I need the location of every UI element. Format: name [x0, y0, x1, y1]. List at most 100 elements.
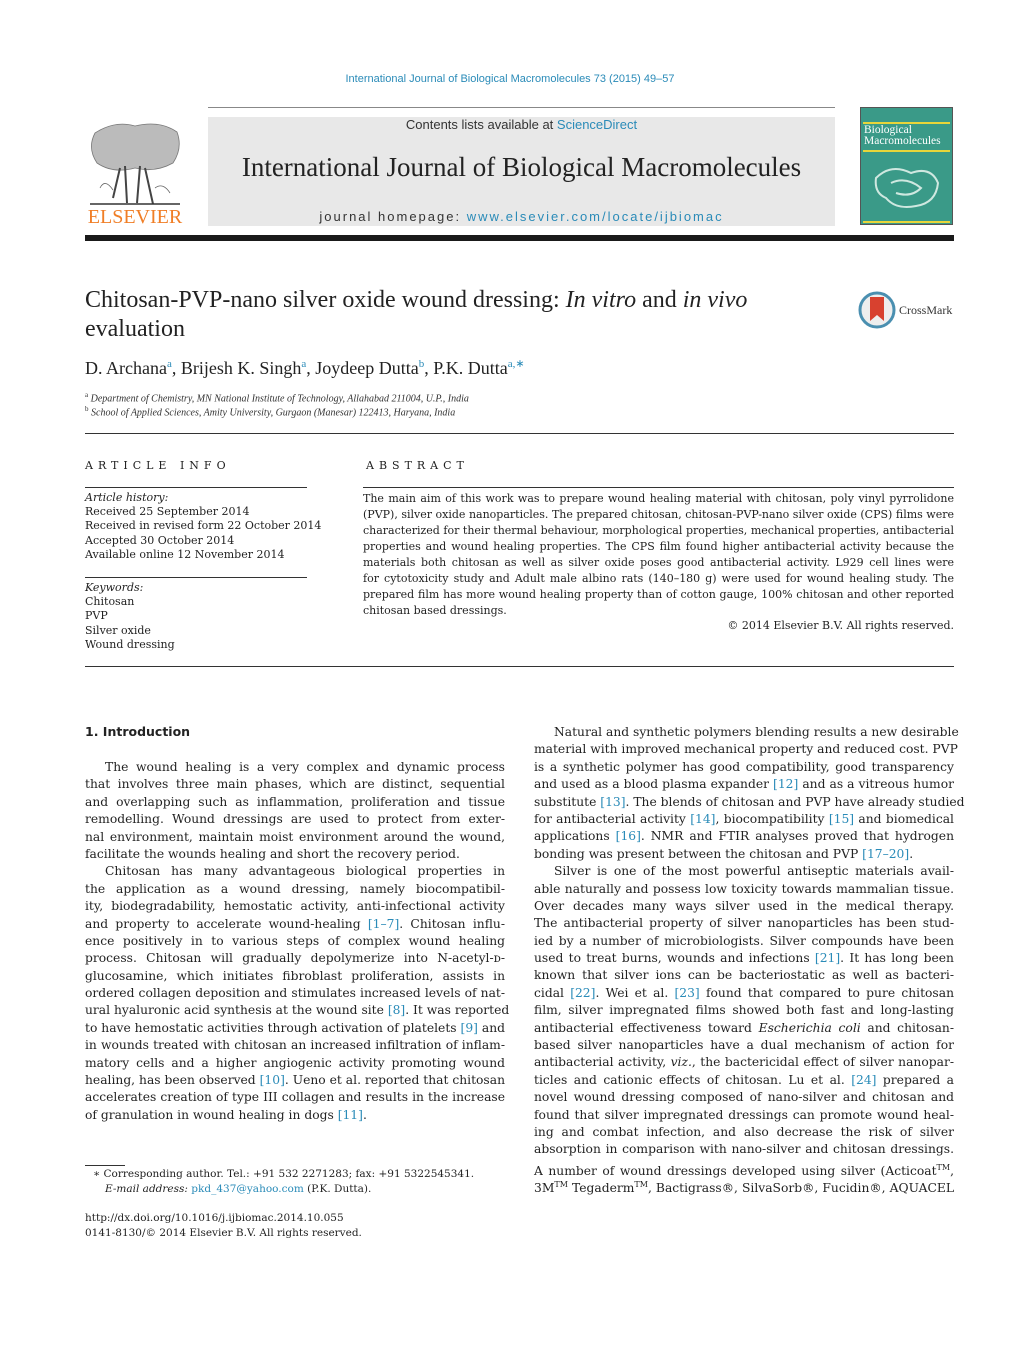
text-run: , the bactericidal effect of silver nano… — [691, 1055, 954, 1070]
text-run: substitute — [534, 794, 601, 809]
keywords-label: Keywords: — [85, 581, 144, 594]
running-head[interactable]: International Journal of Biological Macr… — [0, 73, 1020, 85]
text-run: . Wei et al. — [595, 985, 675, 1000]
author-name[interactable]: Joydeep Dutta — [315, 358, 418, 378]
keyword: PVP — [85, 609, 108, 622]
text-run: Silver is one of the most powerful antis… — [554, 864, 954, 879]
homepage-label: journal homepage: — [319, 209, 467, 224]
text-run: to have hemostatic activities through ac… — [85, 1020, 461, 1035]
body-text-line: for antibacterial activity [14], biocomp… — [534, 811, 954, 828]
author-affiliation-marker[interactable]: a — [167, 358, 172, 370]
text-run: antibacterial effectiveness toward — [534, 1020, 759, 1035]
author-name[interactable]: Brijesh K. Singh — [181, 358, 302, 378]
issn-copyright: 0141-8130/© 2014 Elsevier B.V. All right… — [85, 1227, 362, 1239]
citation-link[interactable]: [13] — [600, 795, 625, 809]
history-revised: Received in revised form 22 October 2014 — [85, 519, 322, 532]
author-affiliation-marker[interactable]: b — [419, 358, 425, 370]
section-heading-introduction: 1. Introduction — [85, 724, 191, 739]
text-run: and — [477, 1020, 505, 1035]
abstract-line: characterized for their thermal behaviou… — [363, 524, 954, 537]
body-text-line: and property to accelerate wound-healing… — [85, 916, 505, 933]
article-title: Chitosan-PVP-nano silver oxide wound dre… — [85, 286, 825, 344]
body-text-line: 3MTM TegadermTM, Bactigrass®, SilvaSorb®… — [534, 1176, 954, 1196]
text-run: of granulation in wound healing in dogs — [85, 1107, 338, 1122]
citation-link[interactable]: [10] — [260, 1073, 285, 1087]
text-run: for antibacterial activity — [534, 811, 691, 826]
body-text-line: Natural and synthetic polymers blending … — [534, 724, 959, 741]
body-text-line: is a synthetic polymer has good compatib… — [534, 759, 954, 776]
crossmark-label: CrossMark — [899, 303, 953, 317]
citation-link[interactable]: [12] — [773, 777, 798, 791]
abstract-divider — [363, 487, 954, 488]
text-run: ied by a number of microbiologists. Silv… — [534, 933, 954, 948]
citation-link[interactable]: [9] — [461, 1021, 478, 1035]
citation-link[interactable]: [15] — [829, 812, 854, 826]
body-text-line: ity, biodegradability, hemostatic activi… — [85, 898, 505, 915]
corresponding-author-note: ∗ Corresponding author. Tel.: +91 532 22… — [93, 1168, 475, 1180]
body-text-line: Chitosan has many advantageous biologica… — [85, 863, 505, 880]
body-text-line: based silver nanoparticles have a dual m… — [534, 1037, 954, 1054]
text-run: Tegaderm — [567, 1181, 635, 1196]
citation-link[interactable]: [17–20] — [862, 847, 909, 861]
citation-link[interactable]: [21] — [815, 951, 840, 965]
body-text-line: The antibacterial property of silver nan… — [534, 915, 954, 932]
header-rule — [208, 107, 835, 108]
text-run: The antibacterial property of silver nan… — [534, 916, 954, 931]
title-line2: evaluation — [85, 316, 185, 342]
citation-link[interactable]: [8] — [388, 1003, 405, 1017]
text-run: is a synthetic polymer has good compatib… — [534, 759, 954, 774]
citation-link[interactable]: [14] — [690, 812, 715, 826]
text-run: found that silver impregnated dressings … — [534, 1107, 954, 1122]
author-name[interactable]: D. Archana — [85, 358, 167, 378]
body-text-line: found that silver impregnated dressings … — [534, 1107, 954, 1124]
text-run: accelerates creation of type III collage… — [85, 1090, 505, 1105]
history-received: Received 25 September 2014 — [85, 505, 250, 518]
body-text-line: novel wound dressing composed of nano-si… — [534, 1089, 954, 1106]
text-run: The wound healing is a very complex and … — [105, 760, 505, 774]
running-head-link[interactable]: International Journal of Biological Macr… — [346, 73, 675, 85]
body-text-line: ence positively in to various steps of c… — [85, 933, 505, 950]
body-text-line: Over decades many ways silver used in th… — [534, 898, 954, 915]
body-text-line: The wound healing is a very complex and … — [85, 759, 505, 776]
text-run: that involves three main phases, which a… — [85, 777, 505, 792]
body-text-line: known that silver ions can be bacteriost… — [534, 967, 954, 984]
text-run: known that silver ions can be bacteriost… — [534, 968, 954, 983]
citation-link[interactable]: [1–7] — [368, 917, 399, 931]
article-history-label: Article history: — [85, 491, 169, 504]
citation-link[interactable]: [16] — [616, 829, 641, 843]
citation-link[interactable]: [22] — [570, 986, 595, 1000]
citation-link[interactable]: [23] — [674, 986, 699, 1000]
contents-prefix: Contents lists available at — [405, 117, 557, 132]
email-link[interactable]: pkd_437@yahoo.com — [191, 1183, 304, 1195]
body-text-line: A number of wound dressings developed us… — [534, 1159, 954, 1178]
sciencedirect-link[interactable]: ScienceDirect — [557, 117, 637, 132]
author-affiliation-marker[interactable]: a,∗ — [508, 358, 525, 370]
crossmark-button[interactable]: CrossMark — [858, 291, 958, 331]
author-name[interactable]: P.K. Dutta — [433, 358, 508, 378]
body-text-line: nal environment, maintain moist environm… — [85, 829, 505, 846]
abstract-heading: ABSTRACT — [366, 459, 469, 472]
text-run: film, silver impregnated films showed bo… — [534, 1003, 954, 1018]
body-text-line: ing and combat infection, and also decre… — [534, 1124, 954, 1141]
text-run: Over decades many ways silver used in th… — [534, 898, 954, 913]
text-run: ity, biodegradability, hemostatic activi… — [85, 899, 505, 914]
text-run: . It has long been — [840, 951, 954, 966]
cover-title: Biological Macromolecules — [864, 124, 952, 147]
body-text-line: and used as a blood plasma expander [12]… — [534, 776, 954, 793]
doi-link[interactable]: http://dx.doi.org/10.1016/j.ijbiomac.201… — [85, 1212, 344, 1224]
citation-link[interactable]: [24] — [851, 1073, 876, 1087]
affiliation-marker: a — [85, 391, 89, 399]
cover-band-mid — [863, 150, 950, 152]
homepage-link[interactable]: www.elsevier.com/locate/ijbiomac — [467, 209, 724, 224]
affiliation-text: Department of Chemistry, MN National Ins… — [90, 393, 469, 405]
citation-link[interactable]: [11] — [338, 1108, 363, 1122]
text-run: absorption in comparison with nano-silve… — [534, 1142, 954, 1157]
cover-protein-illustration — [874, 168, 940, 208]
elsevier-wordmark[interactable]: ELSEVIER — [85, 206, 185, 229]
email-owner: (P.K. Dutta). — [303, 1183, 372, 1195]
text-run: and biomedical — [854, 811, 954, 826]
history-online: Available online 12 November 2014 — [85, 548, 285, 561]
author-affiliation-marker[interactable]: a — [301, 358, 306, 370]
affiliation-text: School of Applied Sciences, Amity Univer… — [91, 407, 456, 419]
italic-term: Escherichia coli — [758, 1020, 861, 1035]
